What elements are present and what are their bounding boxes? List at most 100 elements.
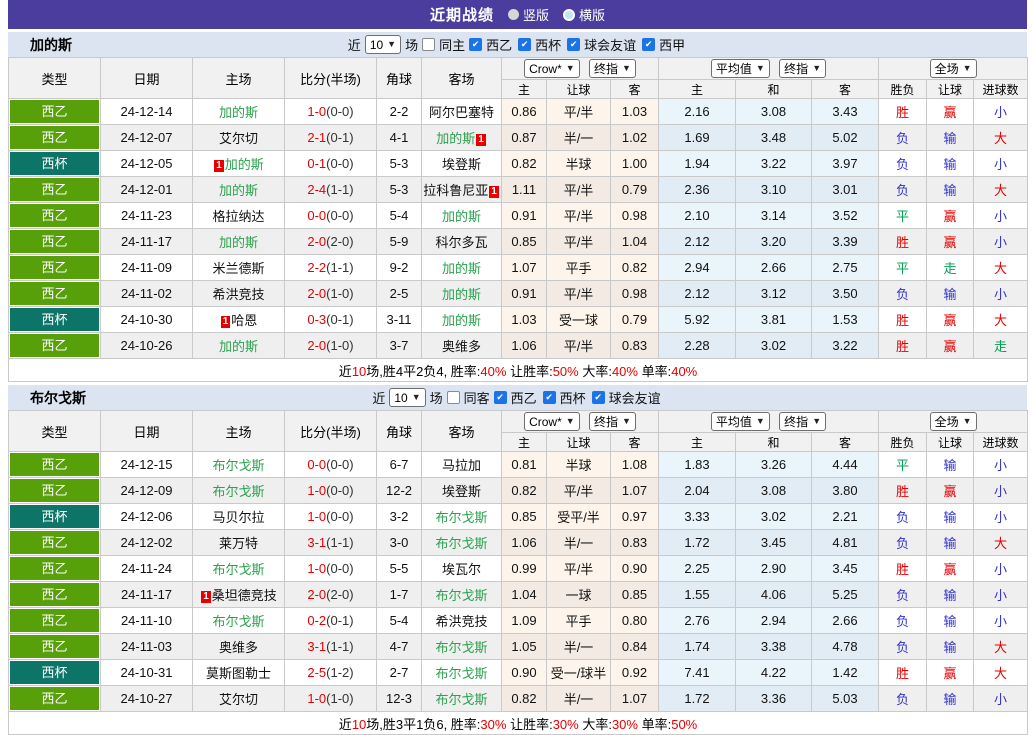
league-checkbox[interactable]: ✔: [518, 38, 532, 51]
team-name-link[interactable]: 加的斯: [436, 131, 475, 146]
date-cell: 24-11-24: [100, 555, 193, 582]
crow-home-odds-cell: 0.82: [501, 150, 547, 177]
team-name-link[interactable]: 奥维多: [442, 339, 481, 354]
corner-cell: 2-2: [376, 98, 422, 125]
team-name-link[interactable]: 希洪竞技: [435, 614, 487, 629]
crow-away-odds-cell: 0.98: [610, 280, 659, 307]
bookmaker-select[interactable]: Crow* ▼: [524, 412, 580, 431]
team-name-link[interactable]: 埃瓦尔: [442, 562, 481, 577]
match-count-select[interactable]: 10 ▼: [389, 388, 426, 407]
scope-select[interactable]: 全场 ▼: [929, 412, 977, 431]
col-header-type: 类型: [8, 410, 101, 452]
home-team-cell: 布尔戈斯: [192, 451, 285, 478]
crow-away-odds-cell: 0.84: [610, 633, 659, 660]
league-checkbox[interactable]: ✔: [469, 38, 483, 51]
handicap-cell: 半/一: [546, 124, 611, 151]
team-name-link[interactable]: 奥维多: [219, 640, 258, 655]
team: 科尔多瓦: [435, 235, 487, 250]
result-cell: 平: [878, 202, 928, 229]
average-select[interactable]: 平均值 ▼: [710, 59, 770, 78]
team-name-link[interactable]: 布尔戈斯: [435, 536, 487, 551]
team-name-link[interactable]: 布尔戈斯: [435, 692, 487, 707]
match-count-select[interactable]: 10 ▼: [364, 35, 402, 54]
layout-radio-horizontal[interactable]: 横版: [563, 5, 605, 24]
team-name-link[interactable]: 加的斯: [219, 339, 258, 354]
competition-cell: 西乙: [8, 529, 101, 556]
away-team-cell: 埃登斯: [421, 477, 502, 504]
team: 布尔戈斯: [212, 562, 264, 577]
score-cell: 0-0(0-0): [284, 202, 377, 229]
team-name-link[interactable]: 布尔戈斯: [435, 666, 487, 681]
team-name-link[interactable]: 莫斯图勒士: [206, 666, 271, 681]
team-name-link[interactable]: 哈恩: [231, 313, 257, 328]
away-team-cell: 布尔戈斯: [421, 529, 502, 556]
bookmaker-final-select[interactable]: 终指 ▼: [589, 59, 636, 78]
halftime-score: (0-0): [326, 156, 354, 171]
halftime-score: (1-0): [326, 286, 354, 301]
team-name-link[interactable]: 马贝尔拉: [212, 510, 264, 525]
team-name-link[interactable]: 阿尔巴塞特: [429, 105, 494, 120]
team-name-link[interactable]: 埃登斯: [442, 157, 481, 172]
halftime-score: (0-1): [326, 312, 354, 327]
team-name-link[interactable]: 埃登斯: [442, 484, 481, 499]
handicap-cell: 平/半: [546, 280, 611, 307]
team-name-link[interactable]: 布尔戈斯: [435, 510, 487, 525]
average-select[interactable]: 平均值 ▼: [710, 412, 770, 431]
same-venue-checkbox[interactable]: [422, 38, 436, 51]
summary-text: 让胜率:: [506, 363, 553, 379]
team-name-link[interactable]: 布尔戈斯: [212, 614, 264, 629]
radio-vertical-label: 竖版: [522, 8, 549, 23]
team-name-link[interactable]: 加的斯: [442, 313, 481, 328]
subcol-handicap-result: 让球: [926, 432, 975, 452]
team-name-link[interactable]: 科尔多瓦: [435, 235, 487, 250]
goals-result-cell: 走: [973, 332, 1029, 359]
team-name-link[interactable]: 布尔戈斯: [212, 458, 264, 473]
halftime-score: (1-1): [326, 639, 354, 654]
team-name-link[interactable]: 布尔戈斯: [435, 588, 487, 603]
team-name-link[interactable]: 拉科鲁尼亚: [423, 183, 488, 198]
team-name-link[interactable]: 加的斯: [219, 183, 258, 198]
team-name-link[interactable]: 布尔戈斯: [435, 640, 487, 655]
average-final-select[interactable]: 终指 ▼: [779, 412, 827, 431]
team: 1 加的斯: [213, 157, 264, 172]
handicap-result-cell: 输: [926, 581, 975, 608]
average-final-select[interactable]: 终指 ▼: [779, 59, 827, 78]
team-name-link[interactable]: 莱万特: [219, 536, 258, 551]
team-name-link[interactable]: 加的斯: [219, 105, 258, 120]
halftime-score: (2-0): [326, 234, 354, 249]
team-name-link[interactable]: 格拉纳达: [212, 209, 264, 224]
scope-select[interactable]: 全场 ▼: [929, 59, 977, 78]
team-name-link[interactable]: 艾尔切: [219, 131, 258, 146]
team-name-link[interactable]: 桑坦德竞技: [212, 588, 277, 603]
team-name-link[interactable]: 希洪竞技: [212, 287, 264, 302]
corner-cell: 3-11: [376, 306, 422, 333]
home-team-cell: 希洪竞技: [192, 280, 285, 307]
handicap-result-cell: 输: [926, 150, 975, 177]
league-checkbox[interactable]: ✔: [591, 391, 605, 404]
date-cell: 24-12-06: [100, 503, 193, 530]
team-name-link[interactable]: 加的斯: [442, 287, 481, 302]
team-name-link[interactable]: 加的斯: [225, 157, 264, 172]
team-name-link[interactable]: 加的斯: [219, 235, 258, 250]
bookmaker-select[interactable]: Crow* ▼: [524, 59, 580, 78]
league-checkbox[interactable]: ✔: [642, 38, 656, 51]
team-name-link[interactable]: 加的斯: [442, 261, 481, 276]
bookmaker-final-select[interactable]: 终指 ▼: [589, 412, 636, 431]
same-venue-checkbox[interactable]: [446, 391, 460, 404]
team-name-link[interactable]: 米兰德斯: [212, 261, 264, 276]
team-name-link[interactable]: 艾尔切: [219, 692, 258, 707]
team-name-link[interactable]: 马拉加: [442, 458, 481, 473]
team-name-link[interactable]: 布尔戈斯: [212, 484, 264, 499]
avg-home-odds-cell: 2.10: [658, 202, 736, 229]
team-name-link[interactable]: 布尔戈斯: [212, 562, 264, 577]
league-checkbox[interactable]: ✔: [542, 391, 556, 404]
layout-radio-vertical[interactable]: 竖版: [507, 5, 549, 24]
team-name-link[interactable]: 加的斯: [442, 209, 481, 224]
date-cell: 24-11-17: [100, 581, 193, 608]
competition-cell: 西杯: [8, 659, 101, 686]
league-checkbox[interactable]: ✔: [567, 38, 581, 51]
handicap-result-cell: 赢: [926, 332, 975, 359]
fulltime-score: 1-0: [307, 104, 327, 119]
corner-cell: 3-0: [376, 529, 422, 556]
league-checkbox[interactable]: ✔: [493, 391, 507, 404]
